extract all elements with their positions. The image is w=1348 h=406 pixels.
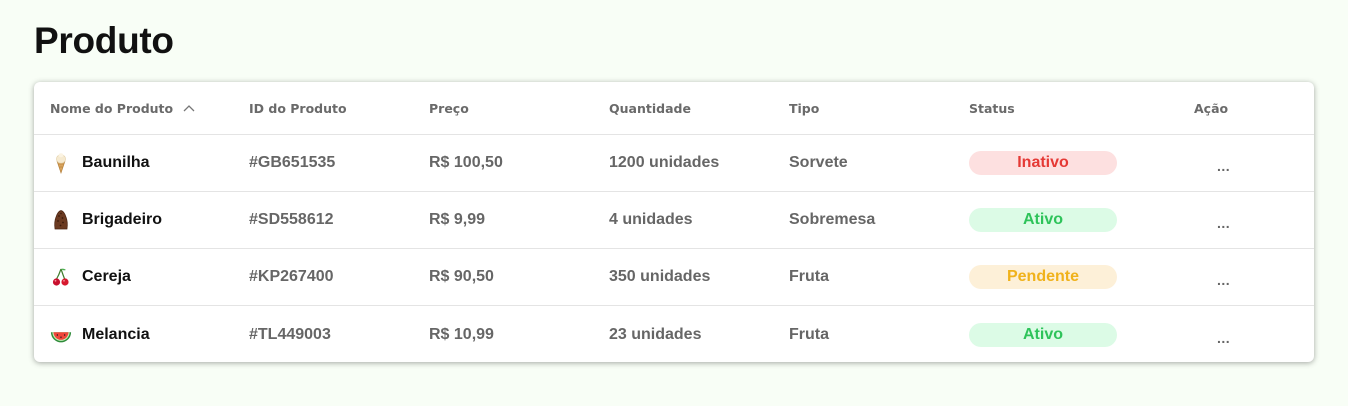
status-badge-cell: Ativo xyxy=(969,192,1117,248)
table-row[interactable]: Cereja #KP267400 R$ 90,50 350 unidades F… xyxy=(34,249,1314,306)
product-id: #KP267400 xyxy=(249,268,334,285)
product-price: R$ 90,50 xyxy=(429,268,494,285)
product-quantity: 350 unidades xyxy=(609,268,711,285)
chocolate-truffle-icon xyxy=(50,209,72,231)
column-header-action: Ação xyxy=(1194,100,1229,116)
product-quantity: 1200 unidades xyxy=(609,154,720,171)
product-id: #SD558612 xyxy=(249,211,334,228)
product-name: Baunilha xyxy=(82,154,150,171)
product-table: Nome do Produto ID do Produto Preço Quan… xyxy=(34,82,1314,362)
product-id: #GB651535 xyxy=(249,154,336,171)
table-header-row: Nome do Produto ID do Produto Preço Quan… xyxy=(34,82,1314,135)
row-actions-button[interactable]: ... xyxy=(1217,306,1230,362)
column-header-name[interactable]: Nome do Produto xyxy=(50,82,195,134)
column-header-quantity[interactable]: Quantidade xyxy=(609,82,691,134)
product-quantity: 4 unidades xyxy=(609,211,693,228)
column-header-id[interactable]: ID do Produto xyxy=(249,82,347,134)
status-badge-cell: Pendente xyxy=(969,249,1117,305)
column-header-price[interactable]: Preço xyxy=(429,82,469,134)
status-badge: Ativo xyxy=(969,208,1117,232)
table-row[interactable]: Baunilha #GB651535 R$ 100,50 1200 unidad… xyxy=(34,135,1314,192)
product-price: R$ 9,99 xyxy=(429,211,486,228)
product-name-cell: Brigadeiro xyxy=(50,192,162,248)
product-type: Sorvete xyxy=(789,154,848,171)
table-row[interactable]: Brigadeiro #SD558612 R$ 9,99 4 unidades … xyxy=(34,192,1314,249)
status-badge-cell: Inativo xyxy=(969,135,1117,191)
product-type: Sobremesa xyxy=(789,211,876,228)
product-id: #TL449003 xyxy=(249,325,331,343)
status-badge: Pendente xyxy=(969,265,1117,289)
product-name-cell: Baunilha xyxy=(50,135,150,191)
row-actions-button[interactable]: ... xyxy=(1217,249,1230,305)
page-title: Produto xyxy=(34,20,174,61)
column-header-type[interactable]: Tipo xyxy=(789,82,819,134)
row-actions-button[interactable]: ... xyxy=(1217,192,1230,248)
product-name: Cereja xyxy=(82,268,131,285)
status-badge: Inativo xyxy=(969,151,1117,175)
product-name: Melancia xyxy=(82,325,150,343)
column-header-name-label: Nome do Produto xyxy=(50,100,174,116)
product-type: Fruta xyxy=(789,325,829,343)
ice-cream-cone-icon xyxy=(50,152,72,174)
status-badge: Ativo xyxy=(969,322,1117,347)
product-name: Brigadeiro xyxy=(82,211,163,228)
chevron-up-icon[interactable] xyxy=(183,104,195,112)
product-name-cell: Cereja xyxy=(50,249,131,305)
status-badge-cell: Ativo xyxy=(969,306,1117,362)
product-quantity: 23 unidades xyxy=(609,325,702,343)
product-type: Fruta xyxy=(789,268,829,285)
product-price: R$ 10,99 xyxy=(429,325,494,343)
table-row[interactable]: Melancia #TL449003 R$ 10,99 23 unidades … xyxy=(34,306,1314,362)
row-actions-button[interactable]: ... xyxy=(1217,135,1230,191)
watermelon-slice-icon xyxy=(50,324,72,346)
cherries-icon xyxy=(50,266,72,288)
product-name-cell: Melancia xyxy=(50,306,150,362)
product-price: R$ 100,50 xyxy=(429,154,503,171)
column-header-status[interactable]: Status xyxy=(969,82,1015,134)
